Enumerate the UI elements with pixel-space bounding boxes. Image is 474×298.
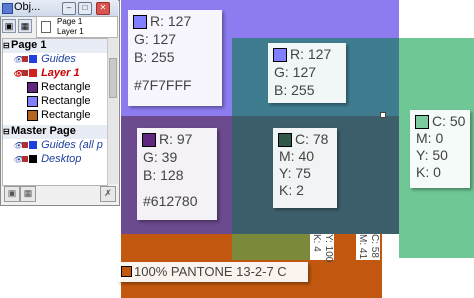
vertical-scrollbar[interactable] xyxy=(107,38,118,184)
vertical-m-label: M: 41 xyxy=(356,234,368,260)
show-properties-icon[interactable]: ▦ xyxy=(18,19,32,33)
delete-icon[interactable]: ✗ xyxy=(100,186,116,202)
tree-guides-all-label: Guides (all p xyxy=(41,139,103,151)
dark-swatch-icon xyxy=(278,133,292,147)
mint-swatch-icon xyxy=(415,115,429,129)
print-icon[interactable] xyxy=(22,156,28,163)
tree-guides[interactable]: 👁 Guides xyxy=(13,53,76,67)
lavender-g-value: G: 127 xyxy=(134,31,177,47)
current-layer-text: Layer 1 xyxy=(57,27,84,36)
current-page-text: Page 1 xyxy=(57,17,83,26)
layer-color-icon xyxy=(29,55,37,64)
eye-icon[interactable]: 👁 xyxy=(13,55,23,64)
eye-icon[interactable]: 👁 xyxy=(13,141,23,150)
rectangle-swatch-icon xyxy=(27,81,38,93)
scrollbar-thumb[interactable] xyxy=(109,58,117,98)
tree-object-row[interactable]: Rectangle xyxy=(27,81,91,95)
current-page-layer-box: Page 1 Layer 1 xyxy=(36,16,118,38)
layer-color-icon xyxy=(29,155,37,164)
layer-manager-icon[interactable]: ▣ xyxy=(2,19,16,33)
tree-guides-all-pages[interactable]: 👁 Guides (all p xyxy=(13,139,103,153)
maximize-button[interactable]: □ xyxy=(78,2,92,15)
vertical-c-label: C: 58 xyxy=(368,234,380,260)
object-manager-panel: Obj... – □ ✕ ▣ ▦ Page 1 Layer 1 ⊟Page 1 … xyxy=(0,0,120,206)
dark-m-value: M: 40 xyxy=(279,148,315,164)
tree-master-page[interactable]: ⊟Master Page xyxy=(3,125,107,139)
page-icon xyxy=(41,21,51,33)
tree-page-1[interactable]: ⊟Page 1 xyxy=(3,39,107,53)
purple-g-value: G: 39 xyxy=(143,149,178,165)
vertical-k-label: K: 4 xyxy=(310,234,322,260)
collapse-icon[interactable]: ⊟ xyxy=(3,127,11,136)
purple-hex-value: #612780 xyxy=(143,193,198,209)
panel-toolbar: ▣ ▦ xyxy=(2,18,34,36)
print-icon[interactable] xyxy=(22,142,28,149)
panel-bottom-toolbar: ▣ ▦ ✗ xyxy=(2,186,116,202)
tree-object-label: Rectangle xyxy=(41,109,91,121)
tree-guides-label: Guides xyxy=(41,53,76,65)
tree-master-page-label: Master Page xyxy=(11,125,76,137)
pantone-label-card: 100% PANTONE 13-2-7 C xyxy=(118,262,308,282)
purple-swatch-icon xyxy=(142,133,156,147)
print-icon[interactable] xyxy=(22,70,28,77)
layer-color-icon xyxy=(29,69,37,78)
layer-color-icon xyxy=(29,141,37,150)
panel-title: Obj... xyxy=(14,1,41,13)
tree-object-row[interactable]: Rectangle xyxy=(27,109,91,123)
mint-cmyk-card: C: 50 M: 0 Y: 50 K: 0 xyxy=(410,110,470,188)
mint-m-value: M: 0 xyxy=(416,130,444,146)
purple-b-value: B: 128 xyxy=(143,167,184,183)
dark-y-value: Y: 75 xyxy=(279,165,311,181)
lavender-b-value: B: 255 xyxy=(134,49,175,65)
tree-object-row[interactable]: Rectangle xyxy=(27,95,91,109)
vertical-y-label: Y: 100 xyxy=(322,234,334,263)
lavender-rgb-card: R: 127 G: 127 B: 255 #7F7FFF xyxy=(128,10,222,106)
tree-desktop[interactable]: 👁 Desktop xyxy=(13,153,81,167)
lavender-swatch-icon xyxy=(133,15,147,29)
tree-object-label: Rectangle xyxy=(41,95,91,107)
tree-page-1-label: Page 1 xyxy=(11,39,47,51)
eye-icon[interactable]: 👁 xyxy=(13,155,23,164)
new-layer-icon[interactable]: ▣ xyxy=(4,186,20,202)
close-button[interactable]: ✕ xyxy=(96,2,110,15)
teal-b-value: B: 255 xyxy=(274,82,315,98)
mint-y-value: Y: 50 xyxy=(416,147,448,163)
selection-handle[interactable] xyxy=(380,112,386,118)
teal-g-value: G: 127 xyxy=(274,64,317,80)
object-tree: ⊟Page 1 👁 Guides 👁 Layer 1 Rectangle Rec… xyxy=(2,38,108,186)
rectangle-swatch-icon xyxy=(27,95,38,107)
panel-titlebar[interactable]: Obj... – □ ✕ xyxy=(0,0,118,17)
tree-layer-1-label: Layer 1 xyxy=(41,67,80,79)
tree-layer-1[interactable]: 👁 Layer 1 xyxy=(13,67,80,81)
dark-cmyk-card: C: 78 M: 40 Y: 75 K: 2 xyxy=(273,128,337,208)
new-master-layer-icon[interactable]: ▦ xyxy=(20,186,36,202)
collapse-icon[interactable]: ⊟ xyxy=(3,41,11,50)
mint-k-value: K: 0 xyxy=(416,164,441,180)
minimize-button[interactable]: – xyxy=(62,2,76,15)
print-icon[interactable] xyxy=(22,56,28,63)
lavender-hex-value: #7F7FFF xyxy=(134,77,192,93)
eye-icon[interactable]: 👁 xyxy=(13,69,23,78)
tree-object-label: Rectangle xyxy=(41,81,91,93)
dark-k-value: K: 2 xyxy=(279,182,304,198)
panel-app-icon xyxy=(2,3,13,14)
olive-overlap xyxy=(232,234,310,260)
teal-rgb-card: R: 127 G: 127 B: 255 xyxy=(268,43,346,103)
purple-rgb-card: R: 97 G: 39 B: 128 #612780 xyxy=(137,128,217,220)
pantone-label: 100% PANTONE 13-2-7 C xyxy=(134,264,287,279)
tree-desktop-label: Desktop xyxy=(41,153,82,165)
teal-swatch-icon xyxy=(273,48,287,62)
orange-swatch-icon xyxy=(121,266,132,277)
rectangle-swatch-icon xyxy=(27,109,38,121)
